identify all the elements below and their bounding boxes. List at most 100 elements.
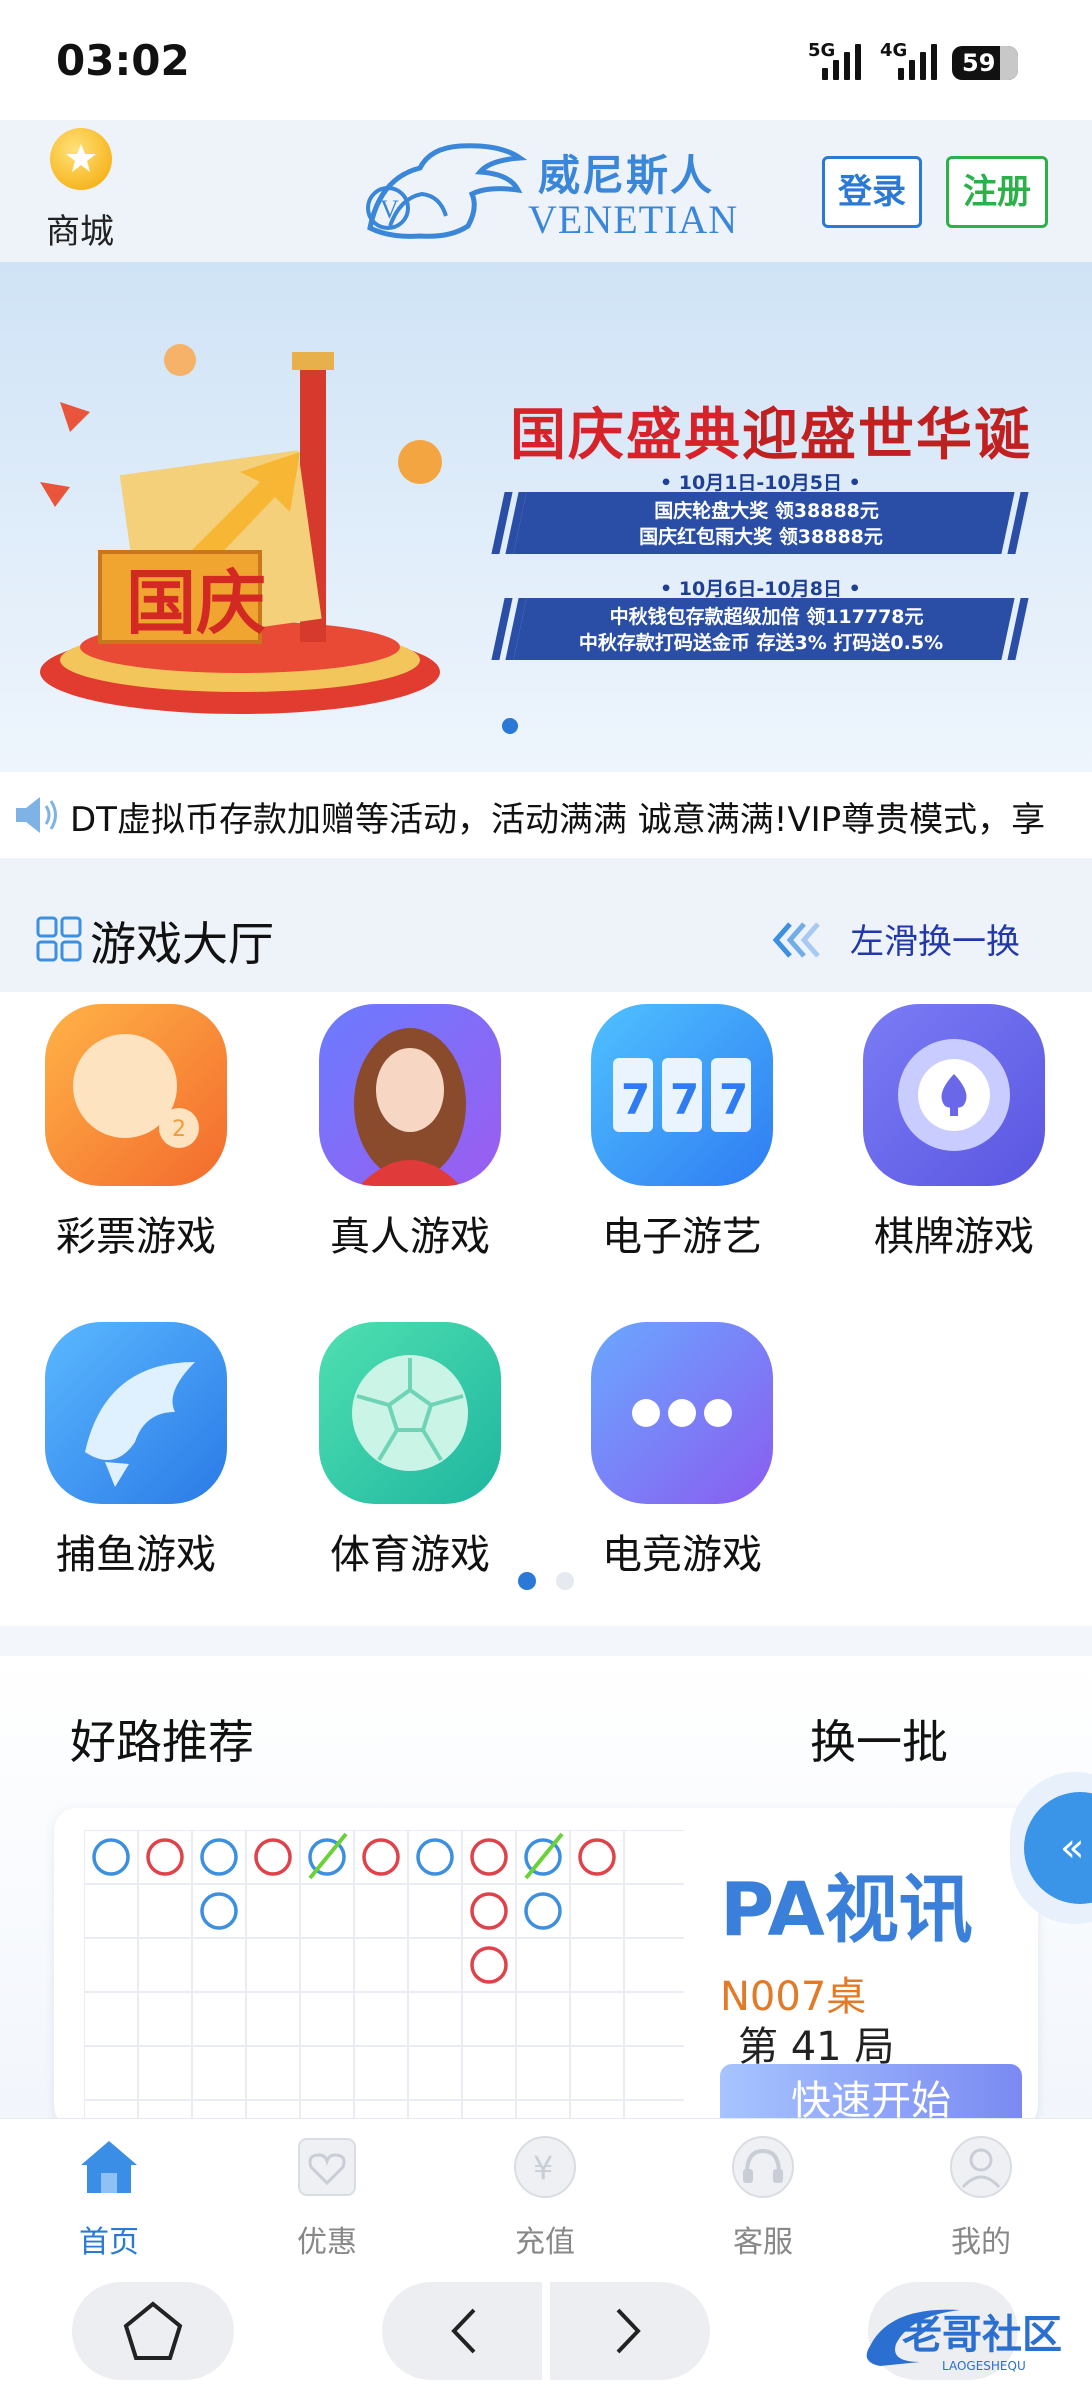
tab-promotions[interactable]: 优惠 <box>252 2133 402 2261</box>
banner-panel-2: 中秋钱包存款超级加倍 领117778元 中秋存款打码送金币 存送3% 打码送0.… <box>513 598 1015 660</box>
game-grid: 2 彩票游戏 真人游戏 777 电子游艺 棋牌游戏 捕鱼游戏 体育游戏 电竞游戏 <box>0 992 1092 1626</box>
game-slots[interactable]: 777 电子游艺 <box>582 1004 782 1262</box>
speaker-icon <box>16 797 57 833</box>
signal-bars-icon <box>822 44 861 80</box>
battery-icon: 59 <box>952 46 1018 80</box>
tab-label: 首页 <box>79 2225 139 2260</box>
home-icon <box>81 2141 137 2193</box>
back-nav-button[interactable] <box>382 2282 542 2380</box>
star-coin-icon <box>50 128 112 190</box>
game-page-dot[interactable] <box>556 1572 574 1590</box>
login-button[interactable]: 登录 <box>822 156 922 228</box>
mall-label: 商城 <box>46 212 114 252</box>
banner-title: 国庆盛典迎盛世华诞 <box>510 390 1032 471</box>
venetian-logo: V 威尼斯人 VENETIAN <box>360 138 740 248</box>
tab-support[interactable]: 客服 <box>688 2133 838 2261</box>
game-label: 捕鱼游戏 <box>56 1532 216 1578</box>
slot-777-icon: 777 <box>591 1004 773 1186</box>
refresh-batch-button[interactable]: 换一批 <box>810 1706 948 1772</box>
svg-text:¥: ¥ <box>533 2149 553 2187</box>
live-dealer-icon <box>319 1004 501 1186</box>
pentagon-home-icon <box>123 2301 183 2360</box>
forward-nav-button[interactable] <box>550 2282 710 2380</box>
game-esports[interactable]: 电竞游戏 <box>582 1322 782 1580</box>
app-screen: 03:02 5G 4G 59 商城 V 威尼斯人 VENETIAN 登录 注册 … <box>0 0 1092 2400</box>
road-card[interactable]: PA视讯 N007桌 第 41 局 快速开始 <box>54 1808 1038 2128</box>
double-chevron-left-icon <box>772 922 820 958</box>
game-hall-title: 游戏大厅 <box>90 917 274 971</box>
national-day-illustration: 国庆 <box>40 344 442 714</box>
grid-icon <box>36 916 82 962</box>
bead-road-grid <box>84 1830 684 2128</box>
watermark-logo: 老哥社区 LAOGESHEQU <box>866 2309 1062 2373</box>
game-label: 电子游艺 <box>602 1214 762 1260</box>
register-button[interactable]: 注册 <box>946 156 1048 228</box>
battery-level: 59 <box>962 49 996 77</box>
svg-text:7: 7 <box>719 1075 748 1124</box>
game-card-chess[interactable]: 棋牌游戏 <box>854 1004 1054 1262</box>
game-hall-header: 游戏大厅 左滑换一换 <box>0 858 1092 992</box>
more-dots-icon <box>591 1322 773 1504</box>
recommend-section: 好路推荐 换一批 PA视讯 N007桌 第 41 局 快速开始 <box>0 1656 1092 2128</box>
game-sports[interactable]: 体育游戏 <box>310 1322 510 1580</box>
top-header: 商城 V 威尼斯人 VENETIAN 登录 注册 <box>0 120 1092 262</box>
game-label: 棋牌游戏 <box>874 1214 1034 1260</box>
double-chevron-left-icon: « <box>1024 1792 1092 1904</box>
tab-label: 我的 <box>951 2225 1011 2260</box>
bottom-tab-bar: 首页 优惠 ¥ 充值 客服 我的 <box>0 2118 1092 2274</box>
game-label: 体育游戏 <box>330 1532 490 1578</box>
banner-line-1: 国庆轮盘大奖 领38888元 <box>654 500 879 522</box>
banner-title-part1: 国庆盛典 <box>510 403 742 468</box>
tab-label: 优惠 <box>297 2225 357 2260</box>
game-live-dealer[interactable]: 真人游戏 <box>310 1004 510 1262</box>
svg-text:老哥社区: 老哥社区 <box>902 2312 1062 2358</box>
banner-line-2: 国庆红包雨大奖 领38888元 <box>639 526 883 548</box>
tab-home[interactable]: 首页 <box>34 2133 184 2261</box>
headset-icon <box>732 2136 794 2198</box>
svg-text:2: 2 <box>172 1117 186 1142</box>
game-page-dot-active[interactable] <box>518 1572 536 1590</box>
banner-date-2: • 10月6日-10月8日 • <box>660 578 861 600</box>
soccer-ball-icon <box>319 1322 501 1504</box>
banner-panel-1: 国庆轮盘大奖 领38888元 国庆红包雨大奖 领38888元 <box>513 492 1015 554</box>
swipe-hint-label[interactable]: 左滑换一换 <box>850 914 1020 963</box>
recommend-title: 好路推荐 <box>70 1715 254 1769</box>
tab-deposit[interactable]: ¥ 充值 <box>470 2133 620 2261</box>
chevron-right-icon <box>616 2308 641 2354</box>
banner-line-3: 中秋钱包存款超级加倍 领117778元 <box>609 606 924 628</box>
art-text: 国庆 <box>126 562 266 644</box>
svg-text:V: V <box>380 195 399 224</box>
tab-label: 客服 <box>733 2225 793 2260</box>
banner-line-4: 中秋存款打码送金币 存送3% 打码送0.5% <box>578 632 944 654</box>
svg-text:7: 7 <box>670 1075 699 1124</box>
game-label: 电竞游戏 <box>602 1532 762 1578</box>
yuan-coin-icon: ¥ <box>514 2136 576 2198</box>
game-label: 彩票游戏 <box>56 1214 216 1260</box>
logo-chinese-text: 威尼斯人 <box>538 151 715 200</box>
status-bar: 03:02 5G 4G 59 <box>0 0 1092 120</box>
home-nav-button[interactable] <box>72 2282 234 2380</box>
announcement-marquee[interactable]: DT虚拟币存款加赠等活动，活动满满 诚意满满!VIP尊贵模式，享 <box>0 772 1092 858</box>
svg-text:7: 7 <box>621 1075 650 1124</box>
chevron-left-icon <box>451 2308 476 2354</box>
logo-english-text: VENETIAN <box>528 197 739 242</box>
poker-chip-icon <box>863 1004 1045 1186</box>
tab-label: 充值 <box>515 2225 575 2260</box>
promo-banner[interactable]: 国庆 国庆盛典迎盛世华诞 • 10月1日-10月5日 • 国庆轮盘大奖 领388… <box>0 262 1092 772</box>
provider-name: PA视讯 <box>720 1867 973 1953</box>
banner-date-1: • 10月1日-10月5日 • <box>660 472 861 494</box>
svg-text:LAOGESHEQU: LAOGESHEQU <box>942 2359 1026 2373</box>
game-lottery[interactable]: 2 彩票游戏 <box>36 1004 236 1262</box>
status-time: 03:02 <box>56 36 190 85</box>
user-icon <box>950 2136 1012 2198</box>
announcement-text: DT虚拟币存款加赠等活动，活动满满 诚意满满!VIP尊贵模式，享 <box>70 800 1046 840</box>
game-fishing[interactable]: 捕鱼游戏 <box>36 1322 236 1580</box>
banner-page-dot[interactable] <box>502 718 518 734</box>
lottery-icon: 2 <box>45 1004 227 1186</box>
browser-nav-bar: 老哥社区 LAOGESHEQU <box>0 2274 1092 2400</box>
gift-icon <box>298 2138 356 2196</box>
game-label: 真人游戏 <box>330 1214 490 1260</box>
signal-bars-icon <box>898 44 937 80</box>
winged-lion-icon: V <box>366 143 528 239</box>
tab-profile[interactable]: 我的 <box>906 2133 1056 2261</box>
